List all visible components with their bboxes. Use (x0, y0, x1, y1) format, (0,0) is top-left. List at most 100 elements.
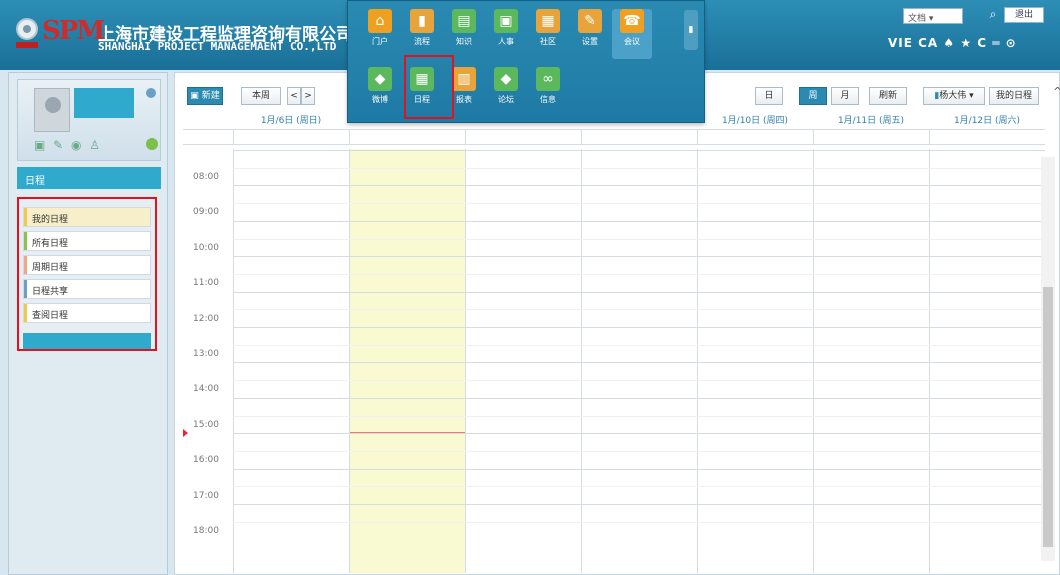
all-day-cell[interactable] (233, 130, 349, 145)
search-icon[interactable]: ⌕ (985, 7, 1001, 23)
sidebar-item-5[interactable]: 查阅日程 (23, 303, 151, 323)
gear-icon[interactable] (146, 88, 156, 98)
app-tile-label: 人事 (498, 37, 514, 46)
view-week-button[interactable]: 周 (799, 87, 827, 105)
app-tile-label: 知识 (456, 37, 472, 46)
new-schedule-button[interactable]: ▣ 新建 (187, 87, 223, 105)
flag-icon (16, 42, 38, 48)
app-tile-settings[interactable]: ✎ 设置 (570, 9, 610, 59)
sidebar-item-label: 我的日程 (32, 215, 69, 225)
prev-button[interactable]: < (287, 87, 301, 105)
grid-hour-line (233, 504, 1045, 505)
doc-type-dropdown[interactable]: 文档 ▾ (903, 8, 963, 24)
grid-hour-line (233, 397, 1045, 399)
sidebar-item-color-bar (24, 280, 27, 298)
time-label: 16:00 (193, 455, 219, 466)
day-header-1[interactable]: 1月/6日 (周日) (233, 113, 349, 129)
grid-half-hour-line (233, 167, 1045, 169)
app-tile-label: 流程 (414, 37, 430, 46)
quick-icons[interactable]: VIE CA ♠ ★ C ═ ⊙ (888, 36, 1017, 50)
app-tile-label: 论坛 (498, 95, 514, 104)
logout-button[interactable]: 退出 (1004, 7, 1044, 23)
link-icon: ∞ (536, 67, 560, 91)
grid-scrollbar[interactable] (1041, 157, 1055, 561)
sidebar-item-label: 日程共享 (32, 287, 69, 297)
sidebar-item-label: 查阅日程 (32, 311, 69, 321)
app-tile-community[interactable]: ▦ 社区 (528, 9, 568, 59)
grid-hour-line (233, 291, 1045, 293)
all-day-cell[interactable] (581, 130, 697, 145)
grid-half-hour-line (233, 309, 1045, 311)
sidebar-section-title: 日程 (17, 167, 161, 189)
refresh-icon[interactable] (146, 138, 158, 150)
day-header-6[interactable]: 1月/11日 (周五) (813, 113, 929, 129)
all-day-cell[interactable] (697, 130, 813, 145)
day-header-7[interactable]: 1月/12日 (周六) (929, 113, 1045, 129)
sidebar-item-color-bar (24, 208, 27, 226)
grid-half-hour-line (233, 486, 1045, 488)
next-button[interactable]: > (301, 87, 315, 105)
grid-column-divider (929, 149, 930, 573)
time-label: 17:00 (193, 490, 219, 501)
app-tile-label: 社区 (540, 37, 556, 46)
grid-hour-line (233, 256, 1045, 258)
outer-scroll-up-icon[interactable]: ^ (1053, 85, 1060, 98)
settings-icon: ✎ (578, 9, 602, 33)
grid-hour-line (233, 433, 1045, 435)
sidebar-item-3[interactable]: 周期日程 (23, 255, 151, 275)
time-label: 18:00 (193, 526, 219, 536)
grid-hour-line (233, 220, 1045, 222)
sidebar-item-color-bar (24, 256, 27, 274)
grid-column-divider (697, 149, 698, 573)
people-icon: ▣ (494, 9, 518, 33)
app-tile-home[interactable]: ⌂ 门户 (360, 9, 400, 59)
scroll-thumb[interactable] (1043, 287, 1053, 547)
new-icon: ▣ (190, 91, 199, 101)
grid-half-hour-line (233, 521, 1045, 523)
app-tile-link[interactable]: ∞ 信息 (528, 67, 568, 117)
sidebar-item-1[interactable]: 我的日程 (23, 207, 151, 227)
all-day-cell[interactable] (813, 130, 929, 145)
refresh-button[interactable]: 刷新 (869, 87, 907, 105)
my-schedule-button[interactable]: 我的日程 (989, 87, 1039, 105)
app-tile-people[interactable]: ▣ 人事 (486, 9, 526, 59)
today-column (349, 149, 465, 573)
sidebar-item-2[interactable]: 所有日程 (23, 231, 151, 251)
app-tile-label: 微博 (372, 95, 388, 104)
panel-collapse-handle[interactable]: ▮ (684, 10, 698, 50)
day-header-5[interactable]: 1月/10日 (周四) (697, 113, 813, 129)
grid-half-hour-line (233, 415, 1045, 417)
app-tile-chart[interactable]: ▮ 流程 (402, 9, 442, 59)
grid-column-divider (465, 149, 466, 573)
profile-action-icons[interactable]: ▣ ✎ ◉ ♙ (34, 138, 102, 152)
calendar-main: ▣ 新建 本周 < > 日 周 月 刷新 ▮杨大伟 ▾ 我的日程 ^ 1月/6日… (174, 72, 1060, 575)
app-tile-book[interactable]: ▤ 知识 (444, 9, 484, 59)
sidebar-menu-highlight: 查阅日程 日程共享 周期日程 所有日程 我的日程 (17, 197, 157, 351)
app-tile-label: 会议 (624, 37, 640, 46)
view-month-button[interactable]: 月 (831, 87, 859, 105)
phone-icon: ☎ (620, 9, 644, 33)
app-tile-phone[interactable]: ☎ 会议 (612, 9, 652, 59)
all-day-cell[interactable] (465, 130, 581, 145)
all-day-cell[interactable] (929, 130, 1045, 145)
this-week-button[interactable]: 本周 (241, 87, 281, 105)
view-day-button[interactable]: 日 (755, 87, 783, 105)
app-tile-forum[interactable]: ◆ 论坛 (486, 67, 526, 117)
time-label: 12:00 (193, 313, 219, 324)
all-day-cell[interactable] (349, 130, 465, 145)
app-tile-label: 门户 (372, 37, 388, 46)
avatar[interactable] (34, 88, 70, 132)
report-icon: ▥ (452, 67, 476, 91)
sidebar-item-label: 所有日程 (32, 239, 69, 249)
grid-half-hour-line (233, 344, 1045, 346)
user-select-dropdown[interactable]: ▮杨大伟 ▾ (923, 87, 985, 105)
book-icon: ▤ (452, 9, 476, 33)
grid-column-divider (581, 149, 582, 573)
sidebar-item-4[interactable]: 日程共享 (23, 279, 151, 299)
time-label: 14:00 (193, 384, 219, 395)
app-tile-label: 设置 (582, 37, 598, 46)
time-grid[interactable]: 08:00 09:00 10:00 11:00 12:00 13:00 14:00 15:00… (183, 149, 1045, 573)
app-tile-tag[interactable]: ◆ 微博 (360, 67, 400, 117)
grid-half-hour-line (233, 380, 1045, 382)
logo-text: SPM (42, 16, 105, 46)
